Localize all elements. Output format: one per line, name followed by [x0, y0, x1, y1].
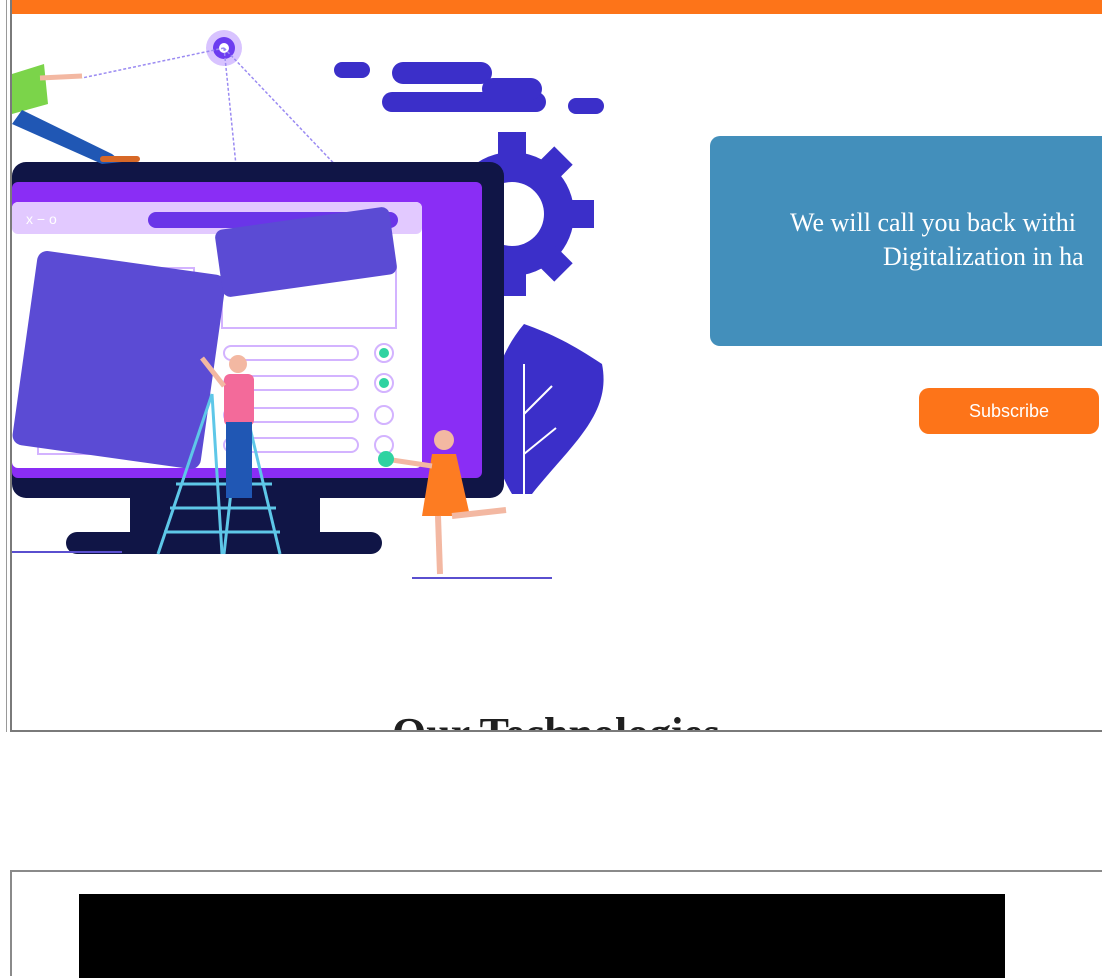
- person-pulling-string-icon: [12, 64, 140, 164]
- callback-text-line1: We will call you back withi: [790, 208, 1076, 237]
- callback-card: We will call you back withi Digitalizati…: [710, 136, 1102, 346]
- page-edge-line: [6, 0, 7, 732]
- plant-icon: [490, 324, 604, 514]
- top-accent-bar: [12, 0, 1102, 14]
- bottom-frame: [10, 870, 1102, 978]
- callback-text-line2: Digitalization in ha: [883, 242, 1084, 271]
- subscribe-button[interactable]: Subscribe: [919, 388, 1099, 434]
- hero-frame: x − o We will call you back withi Digita…: [10, 0, 1102, 732]
- website-building-illustration: x − o: [12, 30, 604, 579]
- technologies-heading: Our Technologies: [392, 708, 720, 730]
- video-placeholder: [79, 894, 1005, 978]
- svg-text:x − o: x − o: [26, 211, 57, 227]
- cloud-shapes: [334, 62, 604, 114]
